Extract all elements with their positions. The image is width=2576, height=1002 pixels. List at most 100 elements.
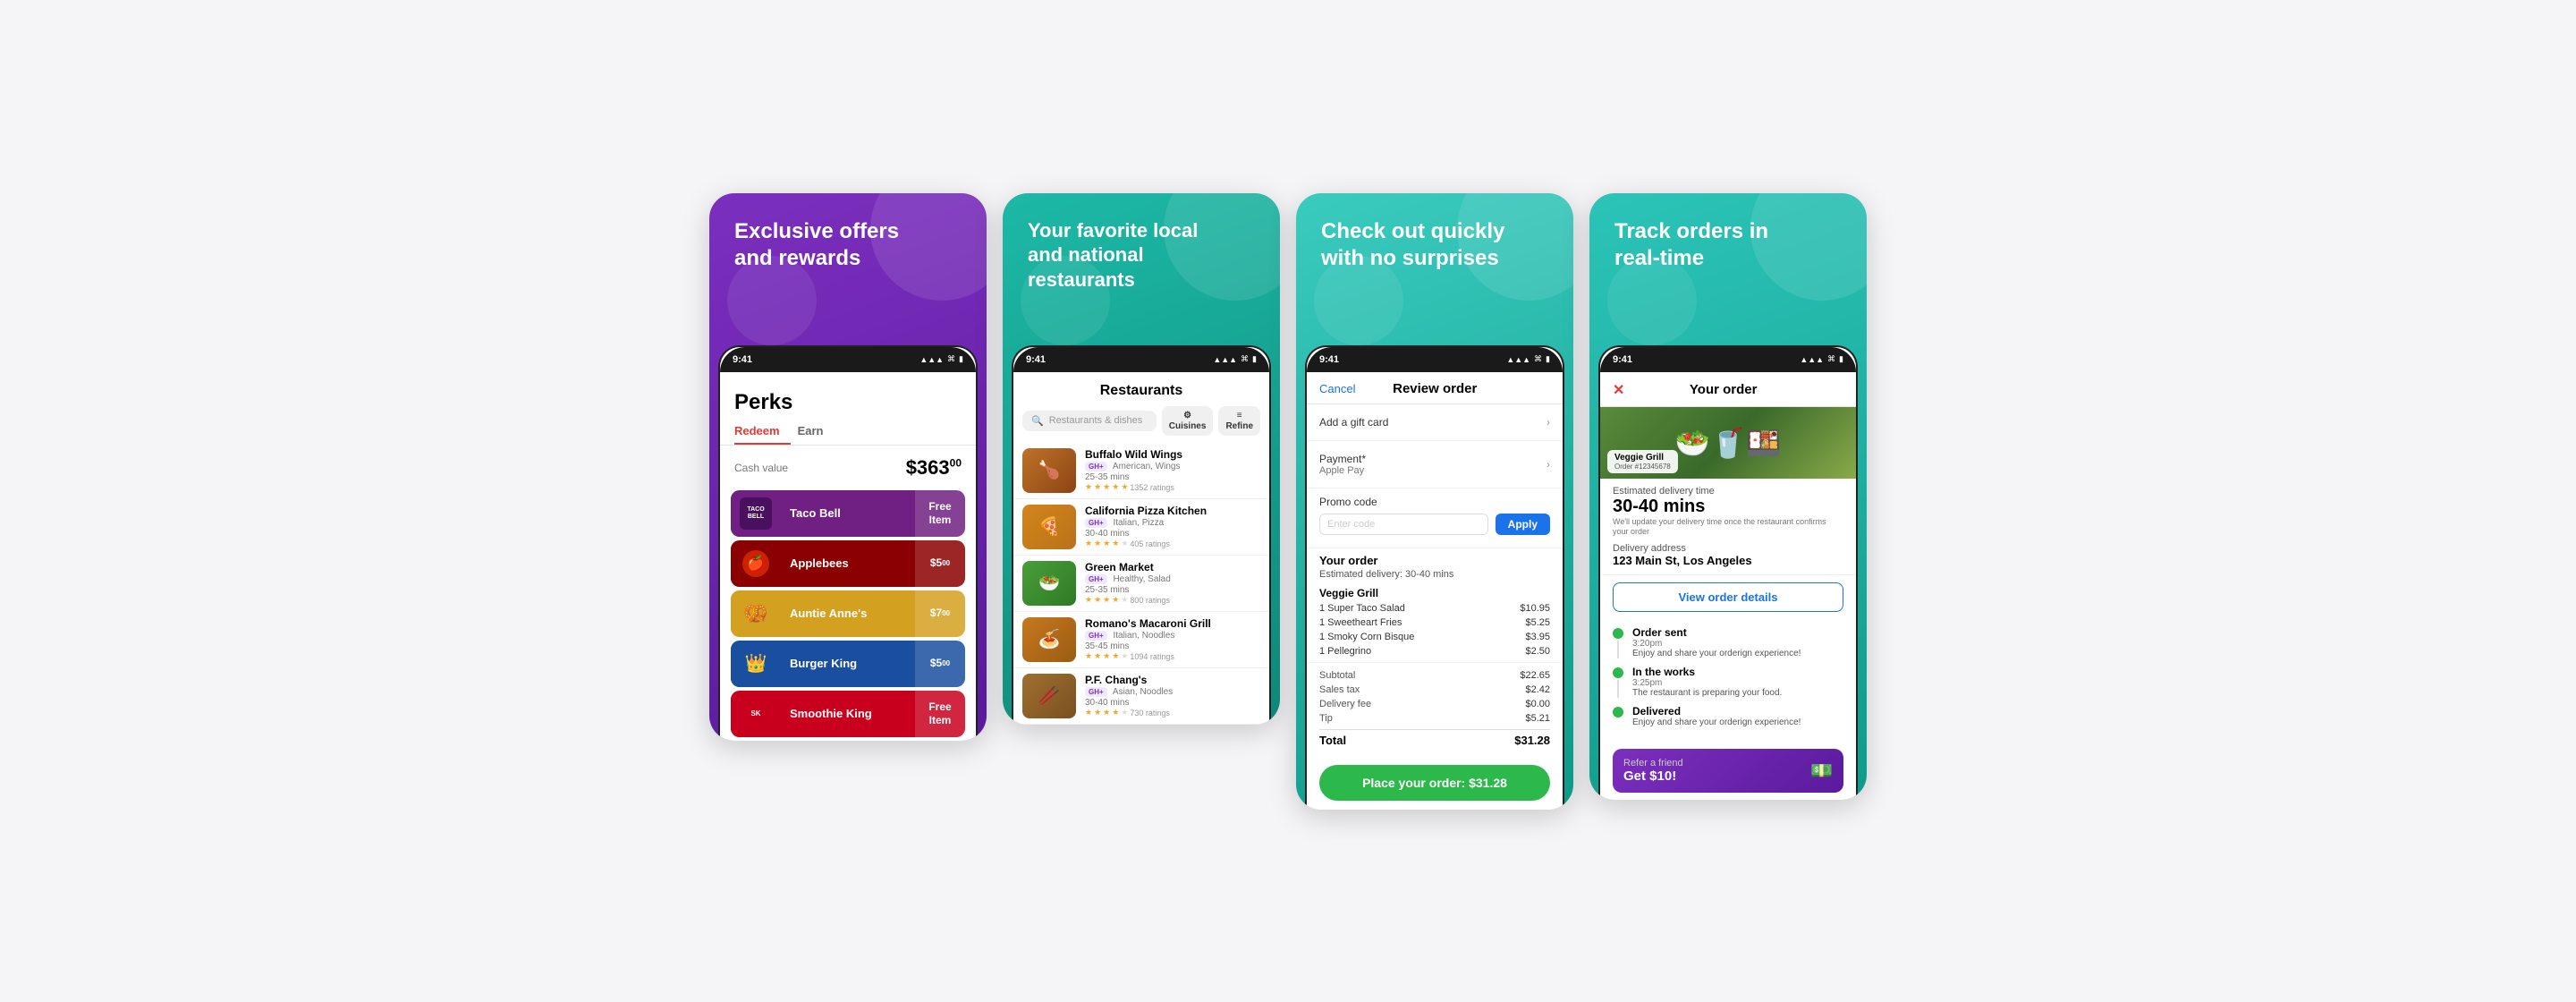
timeline-content-2: Delivered Enjoy and share your orderign … (1632, 705, 1843, 727)
timeline-line-0 (1617, 641, 1619, 658)
time-4: 9:41 (1613, 354, 1632, 365)
card-checkout: Check out quickly with no surprises 9:41… (1296, 193, 1573, 810)
status-icons-4: ▲▲▲ ⌘ ▮ (1800, 354, 1843, 364)
tax-label: Sales tax (1319, 684, 1360, 695)
perk-name-1: Applebees (781, 556, 915, 570)
status-bar-3: 9:41 ▲▲▲ ⌘ ▮ (1307, 347, 1563, 372)
perk-reward-0: FreeItem (915, 490, 965, 537)
timeline-dot-0 (1613, 628, 1623, 639)
perk-item-auntie[interactable]: 🥨 Auntie Anne's $700 (731, 590, 965, 637)
search-row: 🔍 Restaurants & dishes ⚙ Cuisines ≡ Refi… (1013, 406, 1269, 443)
rating-count-3: 1094 ratings (1130, 652, 1174, 661)
promo-label: Promo code (1319, 496, 1550, 508)
perk-name-0: Taco Bell (781, 506, 915, 520)
total-label: Total (1319, 734, 1346, 747)
battery-icon-2: ▮ (1252, 354, 1257, 364)
timeline-time-0: 3:20pm (1632, 639, 1843, 649)
restaurant-name-2: Green Market (1085, 561, 1260, 573)
timeline-desc-2: Enjoy and share your orderign experience… (1632, 718, 1843, 727)
restaurant-time-3: 35-45 mins (1085, 641, 1260, 651)
perk-item-tacobell[interactable]: TACOBELL Taco Bell FreeItem (731, 490, 965, 537)
perk-item-burgerking[interactable]: 👑 Burger King $500 (731, 641, 965, 687)
restaurant-4[interactable]: 🥢 P.F. Chang's GH+ Asian, Noodles 30-40 … (1013, 668, 1269, 725)
cuisines-label: Cuisines (1169, 421, 1207, 431)
subtotal-value: $22.65 (1520, 670, 1550, 681)
promo-section: Promo code Enter code Apply (1307, 488, 1563, 548)
gift-card-label: Add a gift card (1319, 416, 1388, 429)
signal-icon-4: ▲▲▲ (1800, 355, 1824, 364)
battery-icon-4: ▮ (1839, 354, 1843, 364)
restaurant-meta-3: GH+ Italian, Noodles (1085, 631, 1260, 641)
perk-name-3: Burger King (781, 657, 915, 670)
item-name-3: 1 Pellegrino (1319, 646, 1371, 657)
card-restaurants: Your favorite local and national restaur… (1003, 193, 1280, 725)
phone-screen-3: 9:41 ▲▲▲ ⌘ ▮ Cancel Review order Add a g… (1305, 345, 1564, 810)
restaurant-stars-3: ★★★★★ 1094 ratings (1085, 651, 1260, 661)
order-section-title: Your order (1307, 548, 1563, 569)
refine-label: Refine (1225, 421, 1253, 431)
restaurant-stars-2: ★★★★★ 800 ratings (1085, 595, 1260, 605)
payment-row[interactable]: Payment* Apple Pay › (1319, 448, 1550, 480)
perks-tab-redeem[interactable]: Redeem (734, 419, 791, 445)
wifi-icon: ⌘ (947, 354, 955, 364)
restaurant-badge-1: GH+ (1085, 518, 1107, 528)
cancel-button[interactable]: Cancel (1319, 382, 1355, 395)
place-order-button[interactable]: Place your order: $31.28 (1319, 765, 1550, 801)
refer-banner[interactable]: Refer a friend Get $10! 💵 (1613, 749, 1843, 793)
signal-icon-2: ▲▲▲ (1213, 355, 1237, 364)
battery-icon: ▮ (959, 354, 963, 364)
perk-item-applebees[interactable]: 🍎 Applebees $500 (731, 540, 965, 587)
refine-filter[interactable]: ≡ Refine (1218, 406, 1260, 436)
restaurant-info-1: California Pizza Kitchen GH+ Italian, Pi… (1085, 505, 1260, 548)
promo-row: Enter code Apply (1319, 508, 1550, 540)
restaurant-badge-0: GH+ (1085, 462, 1107, 471)
rating-count-1: 405 ratings (1130, 539, 1170, 548)
cuisines-filter[interactable]: ⚙ Cuisines (1162, 406, 1214, 436)
tax-value: $2.42 (1525, 684, 1550, 695)
restaurant-3[interactable]: 🍝 Romano's Macaroni Grill GH+ Italian, N… (1013, 612, 1269, 668)
delivery-time-section: Estimated delivery time 30-40 mins We'll… (1600, 479, 1856, 575)
timeline-content-1: In the works 3:25pm The restaurant is pr… (1632, 666, 1843, 698)
perks-tab-earn[interactable]: Earn (798, 419, 835, 445)
restaurant-1[interactable]: 🍕 California Pizza Kitchen GH+ Italian, … (1013, 499, 1269, 556)
gift-card-row[interactable]: Add a gift card › (1319, 412, 1550, 433)
refer-label: Refer a friend (1623, 758, 1683, 768)
restaurant-img-1: 🍕 (1022, 505, 1076, 549)
refine-icon: ≡ (1237, 411, 1242, 420)
phone-screen-2: 9:41 ▲▲▲ ⌘ ▮ Restaurants 🔍 Restaurants &… (1012, 345, 1271, 725)
battery-icon-3: ▮ (1546, 354, 1550, 364)
view-order-button[interactable]: View order details (1613, 582, 1843, 612)
total-row: Total $31.28 (1319, 729, 1550, 751)
refer-image: 💵 (1810, 760, 1833, 782)
status-bar-4: 9:41 ▲▲▲ ⌘ ▮ (1600, 347, 1856, 372)
perks-tabs[interactable]: Redeem Earn (720, 419, 976, 446)
status-icons-2: ▲▲▲ ⌘ ▮ (1213, 354, 1257, 364)
payment-section: Payment* Apple Pay › (1307, 441, 1563, 488)
perk-item-smoothieking[interactable]: SK Smoothie King FreeItem (731, 691, 965, 737)
wifi-icon-4: ⌘ (1827, 354, 1835, 364)
delivery-row: Delivery fee $0.00 (1319, 697, 1550, 711)
delivery-time-value: 30-40 mins (1613, 497, 1843, 517)
perk-reward-2: $700 (915, 590, 965, 637)
filter-icon: ⚙ (1183, 411, 1191, 420)
timeline-dot-1 (1613, 667, 1623, 678)
restaurant-info-4: P.F. Chang's GH+ Asian, Noodles 30-40 mi… (1085, 674, 1260, 718)
apply-button[interactable]: Apply (1496, 514, 1550, 535)
restaurant-meta-1: GH+ Italian, Pizza (1085, 518, 1260, 528)
restaurant-meta-0: GH+ American, Wings (1085, 462, 1260, 471)
card1-heading: Exclusive offers and rewards (734, 218, 931, 272)
restaurant-name-0: Buffalo Wild Wings (1085, 448, 1260, 461)
total-value: $31.28 (1514, 734, 1550, 747)
promo-input[interactable]: Enter code (1319, 514, 1488, 535)
timeline-content-0: Order sent 3:20pm Enjoy and share your o… (1632, 626, 1843, 658)
subtotal-label: Subtotal (1319, 670, 1355, 681)
search-box[interactable]: 🔍 Restaurants & dishes (1022, 411, 1157, 431)
restaurant-2[interactable]: 🥗 Green Market GH+ Healthy, Salad 25-35 … (1013, 556, 1269, 612)
restaurant-stars-1: ★★★★★ 405 ratings (1085, 539, 1260, 548)
wifi-icon-2: ⌘ (1241, 354, 1249, 364)
close-button[interactable]: ✕ (1613, 381, 1624, 399)
timeline-title-0: Order sent (1632, 626, 1843, 639)
timeline-item-0: Order sent 3:20pm Enjoy and share your o… (1613, 626, 1843, 658)
wifi-icon-3: ⌘ (1534, 354, 1542, 364)
restaurant-0[interactable]: 🍗 Buffalo Wild Wings GH+ American, Wings… (1013, 443, 1269, 499)
